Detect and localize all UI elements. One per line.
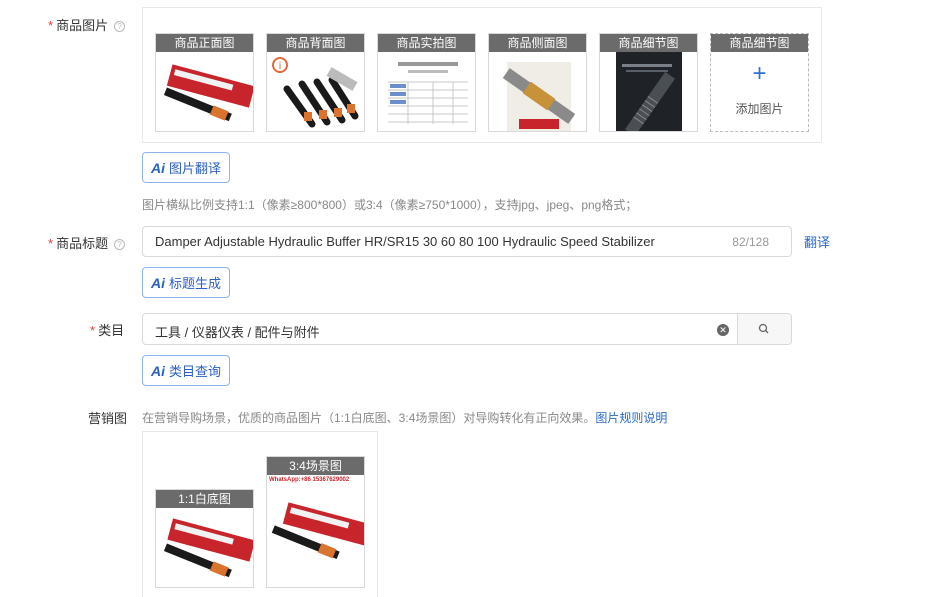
category-label: * 类目 xyxy=(90,323,125,338)
marketing-images-panel: 1:1白底图 3:4场景图 WhatsApp:+86 15367629002 xyxy=(142,431,378,597)
product-title-input[interactable]: Damper Adjustable Hydraulic Buffer HR/SR… xyxy=(142,226,792,257)
svg-text:i: i xyxy=(279,61,282,72)
product-title-label: * 商品标题? xyxy=(48,233,126,252)
watermark-text: WhatsApp:+86 15367629002 xyxy=(269,477,350,483)
translate-link[interactable]: 翻译 xyxy=(804,232,830,251)
category-input[interactable]: 工具 / 仪器仪表 / 配件与附件 ✕ xyxy=(142,313,792,345)
category-search-button[interactable] xyxy=(737,314,791,344)
product-images-label: * 商品图片? xyxy=(48,15,126,34)
product-images-panel: 商品正面图 商品背面图 i 商品实拍图 商品侧面图 商品细节图 商品细节图 + … xyxy=(142,7,822,143)
image-translate-button[interactable]: Ai 图片翻译 xyxy=(142,152,231,183)
product-image-back[interactable]: 商品背面图 i xyxy=(266,33,365,132)
close-circle-icon[interactable]: ✕ xyxy=(717,324,729,336)
ai-icon: Ai xyxy=(151,274,165,291)
marketing-hint: 在营销导购场景，优质的商品图片（1:1白底图、3:4场景图）对导购转化有正向效果… xyxy=(142,411,668,425)
question-circle-icon[interactable]: ? xyxy=(114,21,126,32)
ai-icon: Ai xyxy=(151,362,165,379)
title-generate-button[interactable]: Ai 标题生成 xyxy=(142,267,231,298)
image-format-hint: 图片横纵比例支持1:1（像素≥800*800）或3:4（像素≥750*1000）… xyxy=(142,198,638,212)
char-count: 82/128 xyxy=(732,235,769,249)
question-circle-icon[interactable]: ? xyxy=(114,239,126,250)
product-image-actual[interactable]: 商品实拍图 xyxy=(377,33,476,132)
product-image-detail[interactable]: 商品细节图 xyxy=(599,33,698,132)
marketing-label: 营销图 xyxy=(88,411,128,426)
product-image-side[interactable]: 商品侧面图 xyxy=(488,33,587,132)
category-query-button[interactable]: Ai 类目查询 xyxy=(142,355,231,386)
product-image-front[interactable]: 商品正面图 xyxy=(155,33,254,132)
add-image-slot[interactable]: 商品细节图 + 添加图片 xyxy=(710,33,809,132)
add-image-label: 添加图片 xyxy=(735,102,784,116)
marketing-image-scene[interactable]: 3:4场景图 WhatsApp:+86 15367629002 xyxy=(266,456,365,588)
ai-icon: Ai xyxy=(151,159,165,176)
marketing-image-white-bg[interactable]: 1:1白底图 xyxy=(155,489,254,588)
plus-icon: + xyxy=(752,60,767,87)
image-rules-link[interactable]: 图片规则说明 xyxy=(595,411,667,425)
search-icon xyxy=(758,323,769,334)
